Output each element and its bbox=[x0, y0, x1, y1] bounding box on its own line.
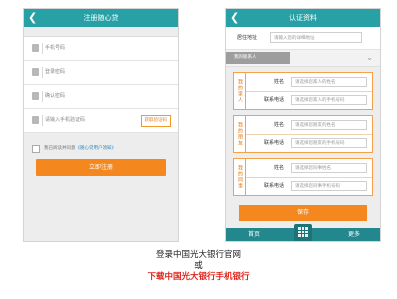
field-divider bbox=[42, 67, 43, 78]
friend-contact-group: 我的朋友 姓名 请选择您朋友的姓名 联系电话 请选择您朋友的手机号码 bbox=[233, 115, 373, 153]
confirm-password-input[interactable]: 确认密码 bbox=[45, 85, 65, 108]
login-password-field[interactable]: 登录密码 bbox=[24, 61, 178, 85]
sms-code-field[interactable]: 请输入手机验证码 获取验证码 bbox=[24, 109, 178, 133]
user-icon bbox=[32, 44, 39, 52]
field-divider bbox=[42, 115, 43, 126]
caption-download-app: 下载中国光大银行手机银行 bbox=[147, 272, 250, 282]
colleague-name-input[interactable]: 请选择您同事姓名 bbox=[291, 163, 367, 173]
get-code-button[interactable]: 获取验证码 bbox=[140, 115, 171, 127]
group-tag: 我的同事 bbox=[234, 159, 246, 195]
register-screen: ❮ 注册随心贷 手机号码 登录密码 确认密码 请输入手机验证码 获取验证码 我已… bbox=[23, 8, 179, 242]
group-tag: 我的朋友 bbox=[234, 116, 246, 152]
verify-title: 认证资料 bbox=[289, 14, 317, 22]
field-divider bbox=[42, 91, 43, 102]
instruction-captions: 登录中国光大银行官网 或 下载中国光大银行手机银行 bbox=[0, 250, 397, 283]
name-label: 姓名 bbox=[273, 165, 284, 171]
sms-icon bbox=[32, 116, 39, 124]
chevron-down-icon[interactable]: ⌄ bbox=[366, 52, 373, 64]
colleague-contact-group: 我的同事 姓名 请选择您同事姓名 联系电话 请选择您同事手机号码 bbox=[233, 158, 373, 196]
register-titlebar: ❮ 注册随心贷 bbox=[24, 9, 178, 27]
bottom-tabbar: 首页 更多 bbox=[226, 224, 380, 241]
back-arrow-icon[interactable]: ❮ bbox=[28, 9, 37, 27]
phone-number-input[interactable]: 手机号码 bbox=[45, 37, 65, 60]
friend-name-row: 姓名 请选择您朋友的姓名 bbox=[246, 116, 372, 135]
login-password-input[interactable]: 登录密码 bbox=[45, 61, 65, 84]
agreement-checkbox[interactable] bbox=[32, 145, 40, 153]
register-form: 手机号码 登录密码 确认密码 请输入手机验证码 获取验证码 bbox=[24, 36, 178, 133]
back-arrow-icon[interactable]: ❮ bbox=[230, 9, 239, 27]
friend-phone-row: 联系电话 请选择您朋友的手机号码 bbox=[246, 134, 372, 152]
phone-label: 联系电话 bbox=[263, 140, 284, 146]
group-tag: 我的家人 bbox=[234, 73, 246, 109]
name-label: 姓名 bbox=[273, 122, 284, 128]
friend-name-input[interactable]: 请选择您朋友的姓名 bbox=[291, 120, 367, 130]
agreement-link[interactable]: 《随心贷用户须知》 bbox=[76, 146, 117, 151]
tab-menu[interactable] bbox=[294, 224, 312, 241]
phone-label: 联系电话 bbox=[263, 183, 284, 189]
contacts-bar: 我的联系人 ⌄ bbox=[226, 50, 380, 67]
sms-code-input[interactable]: 请输入手机验证码 bbox=[45, 109, 85, 132]
colleague-phone-row: 联系电话 请选择您同事手机号码 bbox=[246, 177, 372, 195]
address-label: 居住地址 bbox=[237, 35, 258, 41]
tab-more[interactable]: 更多 bbox=[348, 228, 360, 241]
caption-or: 或 bbox=[194, 261, 203, 271]
family-phone-input[interactable]: 请选择您家人的手机号码 bbox=[291, 95, 367, 105]
family-name-row: 姓名 请选择您家人的姓名 bbox=[246, 73, 372, 92]
register-button[interactable]: 立即注册 bbox=[36, 159, 166, 176]
lock-icon bbox=[32, 68, 39, 76]
name-label: 姓名 bbox=[273, 79, 284, 85]
phone-number-field[interactable]: 手机号码 bbox=[24, 37, 178, 61]
colleague-phone-input[interactable]: 请选择您同事手机号码 bbox=[291, 181, 367, 191]
tab-home[interactable]: 首页 bbox=[248, 228, 260, 241]
address-row: 居住地址 请输入您的详细地址 bbox=[226, 27, 380, 50]
contacts-select[interactable]: 我的联系人 bbox=[226, 52, 290, 64]
address-input[interactable]: 请输入您的详细地址 bbox=[270, 32, 362, 43]
confirm-password-field[interactable]: 确认密码 bbox=[24, 85, 178, 109]
family-name-input[interactable]: 请选择您家人的姓名 bbox=[291, 77, 367, 87]
grid-menu-icon bbox=[298, 227, 308, 237]
caption-official-site: 登录中国光大银行官网 bbox=[155, 250, 241, 260]
phone-label: 联系电话 bbox=[263, 97, 284, 103]
family-contact-group: 我的家人 姓名 请选择您家人的姓名 联系电话 请选择您家人的手机号码 bbox=[233, 72, 373, 110]
field-divider bbox=[42, 43, 43, 54]
verify-titlebar: ❮ 认证资料 bbox=[226, 9, 380, 27]
verify-screen: ❮ 认证资料 居住地址 请输入您的详细地址 我的联系人 ⌄ 我的家人 姓名 请选… bbox=[225, 8, 381, 242]
colleague-name-row: 姓名 请选择您同事姓名 bbox=[246, 159, 372, 178]
lock-icon bbox=[32, 92, 39, 100]
family-phone-row: 联系电话 请选择您家人的手机号码 bbox=[246, 91, 372, 109]
register-title: 注册随心贷 bbox=[83, 14, 119, 22]
friend-phone-input[interactable]: 请选择您朋友的手机号码 bbox=[291, 138, 367, 148]
agreement-prefix: 我已阅读并同意 bbox=[44, 146, 76, 151]
save-button[interactable]: 保存 bbox=[239, 205, 367, 221]
